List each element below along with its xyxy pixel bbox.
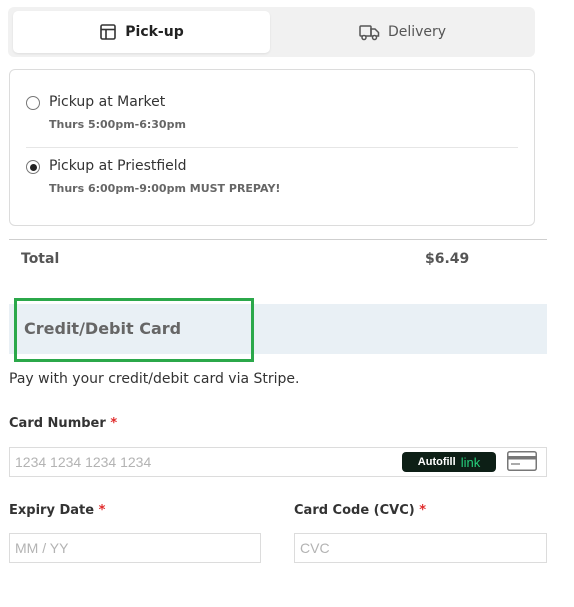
store-icon [99, 23, 117, 41]
credit-card-icon [507, 451, 537, 475]
tab-delivery[interactable]: Delivery [274, 11, 531, 53]
pickup-option-title: Pickup at Market [49, 94, 166, 110]
card-code-label: Card Code (CVC) * [294, 503, 426, 518]
expiry-date-label: Expiry Date * [9, 503, 105, 518]
radio-pickup-market[interactable] [26, 96, 40, 110]
required-mark: * [110, 416, 118, 431]
tab-pickup-label: Pick-up [125, 24, 184, 40]
card-number-label-text: Card Number [9, 416, 106, 431]
pickup-option-title: Pickup at Priestfield [49, 158, 187, 174]
required-mark: * [419, 503, 427, 518]
autofill-text: Autofill [417, 456, 456, 468]
radio-pickup-priestfield[interactable] [26, 160, 40, 174]
total-divider [9, 239, 547, 240]
required-mark: * [98, 503, 106, 518]
tab-delivery-label: Delivery [387, 24, 447, 40]
options-divider [26, 147, 518, 148]
card-code-label-text: Card Code (CVC) [294, 503, 415, 518]
payment-method-title: Credit/Debit Card [24, 319, 182, 338]
total-value: $6.49 [425, 251, 470, 267]
pickup-option-schedule: Thurs 6:00pm-9:00pm MUST PREPAY! [49, 182, 281, 195]
expiry-date-label-text: Expiry Date [9, 503, 95, 518]
truck-icon [359, 24, 380, 41]
tab-pickup[interactable]: Pick-up [13, 11, 270, 53]
card-number-label: Card Number * [9, 416, 117, 431]
pickup-options-box: Pickup at Market Thurs 5:00pm-6:30pm Pic… [9, 69, 535, 226]
total-label: Total [21, 251, 60, 267]
pickup-option-schedule: Thurs 5:00pm-6:30pm [49, 118, 186, 131]
link-brand-text: link [460, 454, 481, 470]
autofill-link-button[interactable]: Autofill link [402, 452, 496, 472]
fulfillment-tabs: Pick-up Delivery [8, 7, 535, 57]
payment-description: Pay with your credit/debit card via Stri… [9, 371, 300, 387]
expiry-date-input[interactable] [9, 533, 261, 563]
card-code-input[interactable] [294, 533, 547, 563]
